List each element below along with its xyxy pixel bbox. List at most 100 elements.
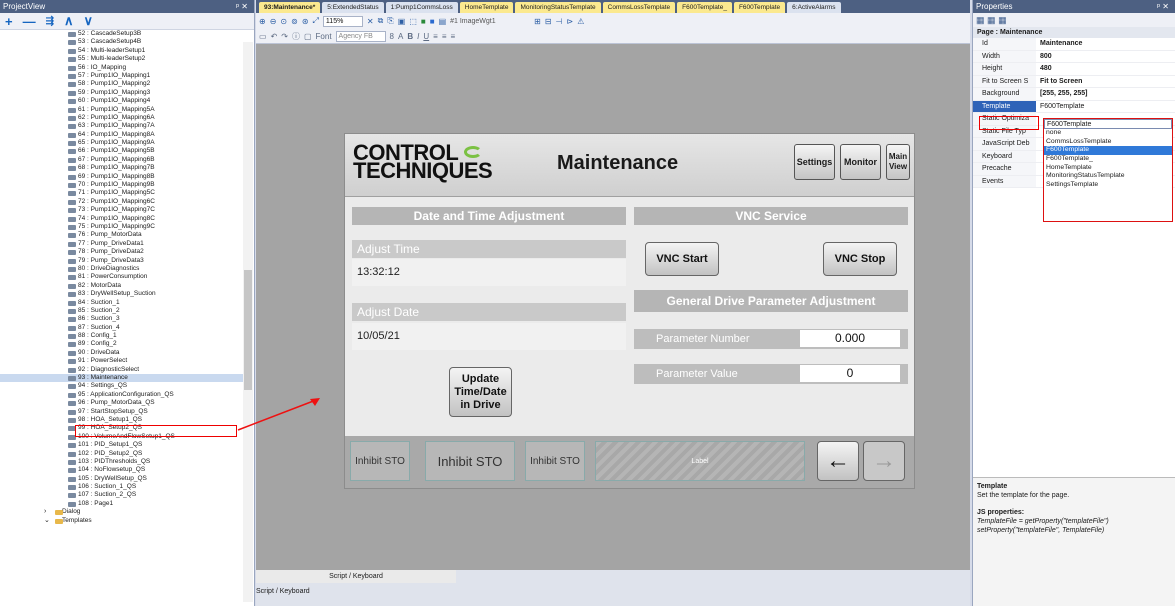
tree-item[interactable]: 55 : Multi-leaderSetup2 [0, 55, 243, 63]
tree-item[interactable]: 76 : Pump_MotorData [0, 231, 243, 239]
doc-tab[interactable]: MonitoringStatusTemplate [515, 2, 601, 13]
tree-item[interactable]: 63 : Pump1IO_Mapping7A [0, 122, 243, 130]
scrollbar-thumb[interactable] [244, 270, 252, 390]
paste-icon[interactable]: ⎘ [387, 16, 393, 26]
tree-item[interactable]: 95 : ApplicationConfiguration_QS [0, 391, 243, 399]
tree-folder[interactable]: ⌄ Templates [0, 517, 243, 525]
vnc-stop-button[interactable]: VNC Stop [823, 242, 897, 276]
tree-item[interactable]: 85 : Suction_2 [0, 307, 243, 315]
template-option[interactable]: F600Template [1044, 146, 1172, 156]
property-value[interactable]: 480 [1036, 63, 1175, 75]
tree-item[interactable]: 107 : Suction_2_QS [0, 491, 243, 499]
tree-item[interactable]: 104 : NoFlowsetup_QS [0, 466, 243, 474]
zoom-select[interactable]: 115% [322, 15, 363, 27]
update-time-date-button[interactable]: Update Time/Date in Drive [449, 367, 512, 417]
doc-tab[interactable]: F600Template_ [677, 2, 732, 13]
tree-item[interactable]: 82 : MotorData [0, 282, 243, 290]
doc-tab[interactable]: 1:Pump1CommsLoss [385, 2, 458, 13]
tree-folder[interactable]: › Dialog [0, 508, 243, 516]
tree-item[interactable]: 75 : Pump1IO_Mapping9C [0, 223, 243, 231]
tree-item[interactable]: 83 : DryWellSetup_Suction [0, 290, 243, 298]
time-input[interactable]: 13:32:12 [352, 259, 626, 286]
property-row[interactable]: Id Maintenance [973, 38, 1175, 51]
italic-icon[interactable]: I [417, 32, 419, 41]
zoom-out-icon[interactable]: ⊖ [270, 17, 277, 26]
font-color-icon[interactable]: A [398, 32, 403, 41]
tree-item[interactable]: 98 : HOA_Setup1_QS [0, 416, 243, 424]
tree-item[interactable]: 52 : CascadeSetup3B [0, 30, 243, 38]
expand-icon[interactable]: ⌄ [44, 517, 50, 525]
parameter-number-input[interactable]: 0.000 [800, 330, 900, 347]
tree-item[interactable]: 81 : PowerConsumption [0, 273, 243, 281]
fill-icon[interactable]: ■ [430, 17, 435, 26]
move-down-icon[interactable]: ∨ [84, 13, 94, 29]
image-widget-select[interactable]: #1 ImageWgt1 [450, 18, 530, 25]
template-dropdown[interactable]: F600Template none CommsLossTemplate F600Te… [1043, 118, 1173, 222]
image-widget-icon[interactable]: ▤ [439, 17, 447, 26]
tree-item[interactable]: 97 : StartStopSetup_QS [0, 408, 243, 416]
bold-icon[interactable]: B [407, 32, 413, 41]
zoom-reset-icon[interactable]: ⊚ [291, 17, 298, 26]
tree-item[interactable]: 71 : Pump1IO_Mapping5C [0, 189, 243, 197]
forward-icon[interactable]: ⊳ [567, 17, 574, 26]
align-left-icon[interactable]: ▭ [259, 32, 267, 41]
doc-tab[interactable]: 5:ExtendedStatus [322, 2, 384, 13]
script-panel-tabs[interactable]: Script / Keyboard [256, 588, 310, 595]
lock-icon[interactable]: ▢ [304, 32, 312, 41]
redo-icon[interactable]: ↷ [281, 32, 288, 41]
tree-item[interactable]: 89 : Config_2 [0, 340, 243, 348]
tree-item[interactable]: 69 : Pump1IO_Mapping8B [0, 173, 243, 181]
property-row[interactable]: Height 480 [973, 63, 1175, 76]
remove-icon[interactable]: — [23, 14, 36, 29]
maintenance-page[interactable]: CONTROL TECHNIQUES Maintenance Settings … [344, 133, 915, 489]
property-row[interactable]: Template F600Template [973, 100, 1175, 113]
events-icon[interactable]: ▦ [998, 15, 1007, 25]
tree-item[interactable]: 58 : Pump1IO_Mapping2 [0, 80, 243, 88]
grid-icon[interactable]: ⊟ [545, 17, 552, 26]
align-right-text-icon[interactable]: ≡ [450, 32, 455, 41]
tree-item[interactable]: 74 : Pump1IO_Mapping8C [0, 215, 243, 223]
inhibit-sto-button-3[interactable]: Inhibit STO [525, 441, 585, 481]
pin-icon[interactable]: ᵖ ✕ [236, 0, 248, 13]
align-left-text-icon[interactable]: ≡ [433, 32, 438, 41]
zoom-in-icon[interactable]: ⊕ [259, 17, 266, 26]
collapse-icon[interactable]: ⇶ [46, 16, 54, 27]
tree-item[interactable]: 59 : Pump1IO_Mapping3 [0, 89, 243, 97]
template-option[interactable]: SettingsTemplate [1044, 181, 1172, 190]
tree-item[interactable]: 90 : DriveData [0, 349, 243, 357]
tree-item[interactable]: 96 : Pump_MotorData_QS [0, 399, 243, 407]
add-icon[interactable]: + [5, 14, 13, 29]
tree-item[interactable]: 53 : CascadeSetup4B [0, 38, 243, 46]
tree-item[interactable]: 105 : DryWellSetup_QS [0, 475, 243, 483]
copy-icon[interactable]: ⧉ [378, 16, 384, 26]
property-value[interactable]: F600Template [1036, 101, 1175, 113]
main-view-button[interactable]: Main View [886, 144, 910, 180]
template-select[interactable]: F600Template [1044, 119, 1172, 129]
info-icon[interactable]: ⓘ [292, 31, 300, 42]
font-select[interactable]: Agency FB [335, 30, 386, 42]
cut-icon[interactable]: ✕ [367, 17, 374, 26]
property-value[interactable]: [255, 255, 255] [1036, 88, 1175, 100]
group-icon[interactable]: ⬚ [409, 17, 417, 26]
tree-item[interactable]: 72 : Pump1IO_Mapping6C [0, 198, 243, 206]
tree-item[interactable]: 65 : Pump1IO_Mapping9A [0, 139, 243, 147]
underline-icon[interactable]: U [423, 32, 429, 41]
undo-icon[interactable]: ↶ [271, 32, 278, 41]
tree-item[interactable]: 78 : Pump_DriveData2 [0, 248, 243, 256]
tree-item[interactable]: 54 : Multi-leaderSetup1 [0, 47, 243, 55]
back-arrow-icon[interactable]: ← [817, 441, 859, 481]
tree-item[interactable]: 61 : Pump1IO_Mapping5A [0, 106, 243, 114]
template-option[interactable]: HomeTemplate [1044, 164, 1172, 173]
zoom-page-icon[interactable]: ⤢ [313, 16, 319, 26]
template-option[interactable]: none [1044, 129, 1172, 138]
doc-tab[interactable]: 93:Maintenance* [259, 2, 321, 13]
doc-tab[interactable]: HomeTemplate [459, 2, 514, 13]
property-row[interactable]: Fit to Screen S Fit to Screen [973, 75, 1175, 88]
tree-scrollbar[interactable] [243, 42, 253, 602]
zoom-selection-icon[interactable]: ⊛ [302, 17, 309, 26]
tree-item[interactable]: 101 : PID_Setup1_QS [0, 441, 243, 449]
distribute-icon[interactable]: ⊣ [556, 17, 563, 26]
forward-arrow-icon[interactable]: → [863, 441, 905, 481]
template-option[interactable]: CommsLossTemplate [1044, 138, 1172, 147]
zoom-fit-icon[interactable]: ⊙ [280, 17, 287, 26]
